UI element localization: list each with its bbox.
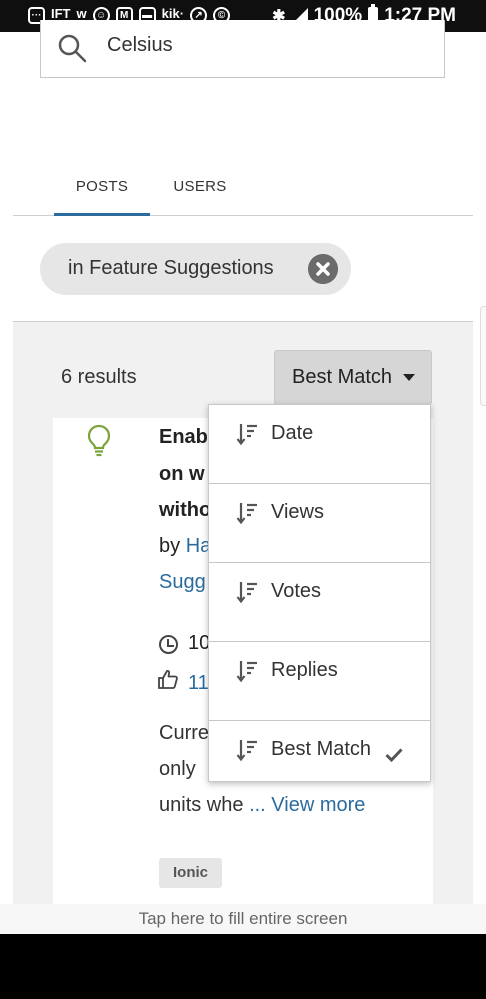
- sort-option-replies[interactable]: Replies: [209, 642, 430, 721]
- sort-icon: [236, 740, 257, 762]
- sort-dropdown: Date Views Votes Replies Best Match: [208, 404, 431, 782]
- clock-icon: [159, 635, 178, 654]
- tab-posts[interactable]: POSTS: [54, 172, 150, 216]
- sort-option-label: Replies: [271, 659, 338, 681]
- board-link[interactable]: Sugg: [159, 571, 206, 594]
- checkmark-icon: [385, 748, 403, 762]
- post-body-line: Curre: [159, 722, 210, 744]
- sort-icon: [236, 424, 257, 446]
- scroll-handle[interactable]: [480, 306, 486, 406]
- sort-button-label: Best Match: [292, 366, 393, 388]
- sort-option-best-match[interactable]: Best Match: [209, 721, 430, 781]
- sort-button[interactable]: Best Match: [274, 350, 432, 405]
- sort-icon: [236, 582, 257, 604]
- post-date: 10: [188, 632, 211, 654]
- sort-option-votes[interactable]: Votes: [209, 563, 430, 642]
- result-tabs: POSTS USERS: [13, 172, 473, 216]
- kudos-count[interactable]: 11: [188, 672, 209, 695]
- sort-icon: [236, 661, 257, 683]
- sort-icon: [236, 503, 257, 525]
- sort-option-label: Date: [271, 422, 314, 444]
- sort-option-label: Votes: [271, 580, 322, 602]
- fill-screen-prompt[interactable]: Tap here to fill entire screen: [0, 904, 486, 934]
- tab-users[interactable]: USERS: [163, 172, 237, 216]
- filter-chip-label: in Feature Suggestions: [68, 257, 274, 279]
- post-author-line: by Ha: [159, 535, 211, 558]
- post-title-line[interactable]: Enab: [159, 426, 208, 449]
- screen: ··· IFT w ☺ M ▬ kik· ↗ © ✱ 100% 1:27 PM …: [0, 0, 486, 999]
- navigation-bar: [0, 934, 486, 999]
- remove-filter-icon[interactable]: [308, 254, 338, 284]
- sort-option-date[interactable]: Date: [209, 405, 430, 484]
- sort-option-label: Views: [271, 501, 324, 523]
- by-prefix: by: [159, 535, 186, 557]
- post-title-line[interactable]: witho: [159, 499, 211, 522]
- view-more-link[interactable]: ... View more: [249, 794, 365, 816]
- filter-chip: in Feature Suggestions: [40, 243, 351, 295]
- caret-down-icon: [403, 374, 415, 381]
- lightbulb-icon: [87, 424, 111, 457]
- post-body-text: units whe: [159, 794, 244, 816]
- thumbs-up-icon[interactable]: [158, 669, 178, 689]
- results-count: 6 results: [61, 366, 137, 388]
- sort-option-views[interactable]: Views: [209, 484, 430, 563]
- search-icon: [58, 34, 87, 63]
- tag-label[interactable]: Ionic: [159, 858, 223, 888]
- post-title-line[interactable]: on w: [159, 463, 205, 486]
- post-body-line: units whe ... View more: [159, 794, 365, 817]
- search-box[interactable]: [40, 20, 445, 78]
- post-body-line: only: [159, 758, 196, 780]
- search-input[interactable]: [107, 34, 407, 57]
- sort-option-label: Best Match: [271, 738, 372, 760]
